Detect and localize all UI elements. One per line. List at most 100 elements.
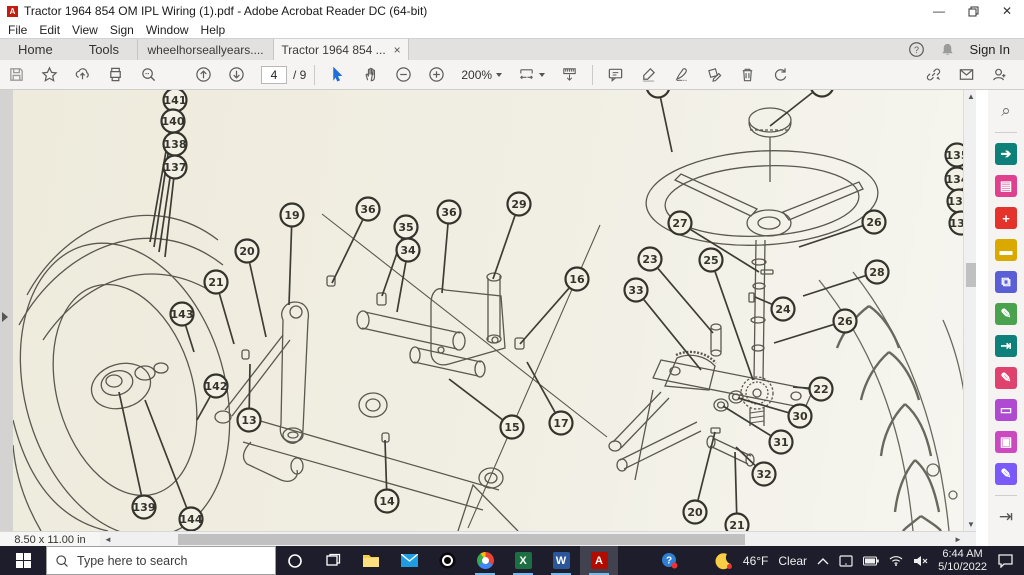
acrobat-button[interactable]: A (580, 546, 618, 575)
sign-tool-button[interactable] (665, 62, 698, 88)
menu-help[interactable]: Help (201, 23, 226, 37)
svg-text:32: 32 (756, 468, 771, 481)
redact-icon[interactable]: ▭ (995, 399, 1017, 421)
help-tray-button[interactable]: ? (650, 546, 688, 575)
create-pdf-icon[interactable]: + (995, 207, 1017, 229)
menu-file[interactable]: File (8, 23, 27, 37)
horizontal-scroll-thumb[interactable] (178, 534, 745, 545)
wifi-icon[interactable] (889, 555, 903, 566)
share-link-button[interactable] (917, 62, 950, 88)
hand-tool-button[interactable] (354, 62, 387, 88)
find-button[interactable] (132, 62, 165, 88)
scroll-up-icon[interactable]: ▲ (967, 92, 975, 101)
svg-text:31: 31 (773, 436, 788, 449)
callout-20: 20 (234, 238, 267, 338)
tablet-icon[interactable] (839, 554, 853, 567)
export-pdf-icon[interactable]: ➔ (995, 143, 1017, 165)
notification-bell-icon[interactable] (939, 41, 956, 58)
cortana-button[interactable] (276, 546, 314, 575)
fill-sign-icon[interactable]: ✎ (995, 367, 1017, 389)
scroll-left-icon[interactable]: ◄ (104, 535, 112, 544)
minimize-button[interactable]: — (922, 0, 956, 22)
comment-icon[interactable]: ▬ (995, 239, 1017, 261)
star-button[interactable] (33, 62, 66, 88)
combine-files-icon[interactable]: ⧉ (995, 271, 1017, 293)
zoom-out-button[interactable] (387, 62, 420, 88)
rotate-pages-button[interactable] (764, 62, 797, 88)
page-number-input[interactable]: 4 (261, 65, 287, 84)
mail-button[interactable] (390, 546, 428, 575)
callout-142: 142 (196, 373, 229, 421)
more-tools-icon[interactable]: ✎ (995, 463, 1017, 485)
print-button[interactable] (99, 62, 132, 88)
svg-text:21: 21 (729, 519, 744, 531)
expand-pane-icon[interactable]: ⇥ (995, 506, 1017, 528)
clock-time: 6:44 AM (942, 547, 983, 560)
save-button[interactable] (0, 62, 33, 88)
menu-view[interactable]: View (72, 23, 98, 37)
word-button[interactable]: W (542, 546, 580, 575)
tab-close-icon[interactable]: × (394, 43, 401, 57)
edit-pdf-icon[interactable]: ✎ (995, 303, 1017, 325)
page-count-label: / 9 (293, 67, 307, 82)
highlight-tool-button[interactable] (632, 62, 665, 88)
previous-page-button[interactable] (187, 62, 220, 88)
fit-page-button[interactable] (553, 62, 586, 88)
svg-text:14: 14 (379, 495, 395, 508)
protect-icon[interactable]: ▣ (995, 431, 1017, 453)
expand-pane-arrow-icon[interactable] (2, 312, 8, 322)
ring-app-button[interactable] (428, 546, 466, 575)
tab-home[interactable]: Home (0, 39, 71, 61)
file-explorer-button[interactable] (352, 546, 390, 575)
menu-bar: File Edit View Sign Window Help (0, 22, 1024, 38)
svg-text:133: 133 (948, 195, 963, 208)
vertical-scroll-thumb[interactable] (965, 263, 976, 287)
share-cloud-button[interactable] (66, 62, 99, 88)
delete-pages-button[interactable] (731, 62, 764, 88)
excel-button[interactable]: X (504, 546, 542, 575)
scroll-right-icon[interactable]: ► (954, 535, 962, 544)
taskbar-search-input[interactable]: Type here to search (46, 546, 276, 575)
weather-moon-icon[interactable] (715, 552, 733, 570)
battery-icon[interactable] (863, 555, 879, 566)
doc-tab-wheelhorse[interactable]: wheelhorseallyears.... (137, 38, 273, 61)
sign-in-button[interactable]: Sign In (970, 42, 1010, 57)
stamp-tool-button[interactable] (698, 62, 731, 88)
email-button[interactable] (950, 62, 983, 88)
task-view-button[interactable] (314, 546, 352, 575)
vertical-scrollbar[interactable]: ▲ ▼ (963, 90, 976, 531)
menu-sign[interactable]: Sign (110, 23, 134, 37)
volume-muted-icon[interactable] (913, 555, 928, 567)
clock[interactable]: 6:44 AM 5/10/2022 (938, 548, 987, 574)
zoom-level-dropdown[interactable]: 200% (453, 62, 510, 88)
comment-tool-button[interactable] (599, 62, 632, 88)
organize-pages-icon[interactable]: ▤ (995, 175, 1017, 197)
menu-window[interactable]: Window (146, 23, 189, 37)
share-people-button[interactable] (983, 62, 1016, 88)
select-tool-button[interactable] (321, 62, 354, 88)
svg-text:19: 19 (284, 209, 299, 222)
next-page-button[interactable] (220, 62, 253, 88)
weather-condition[interactable]: Clear (778, 554, 807, 568)
search-tools-icon[interactable]: ⌕ (995, 100, 1017, 122)
fit-width-dropdown[interactable] (510, 62, 553, 88)
restore-button[interactable] (956, 0, 990, 22)
doc-tab-tractor[interactable]: Tractor 1964 854 ... × (273, 38, 410, 61)
zoom-in-button[interactable] (420, 62, 453, 88)
start-button[interactable] (0, 546, 46, 575)
tray-chevron-up-icon[interactable] (817, 557, 829, 565)
close-button[interactable]: ✕ (990, 0, 1024, 22)
svg-text:144: 144 (180, 513, 203, 526)
svg-text:36: 36 (441, 206, 457, 219)
compress-pdf-icon[interactable]: ⇥ (995, 335, 1017, 357)
weather-temp[interactable]: 46°F (743, 554, 768, 568)
horizontal-scrollbar[interactable]: 8.50 x 11.00 in ◄ ► (0, 531, 976, 547)
menu-edit[interactable]: Edit (39, 23, 60, 37)
chrome-button[interactable] (466, 546, 504, 575)
svg-text:137: 137 (164, 161, 187, 174)
callout-134: 134 (944, 166, 963, 192)
tab-tools[interactable]: Tools (71, 39, 137, 61)
action-center-icon[interactable] (997, 553, 1014, 568)
scroll-down-icon[interactable]: ▼ (967, 520, 975, 529)
help-icon[interactable]: ? (908, 41, 925, 58)
